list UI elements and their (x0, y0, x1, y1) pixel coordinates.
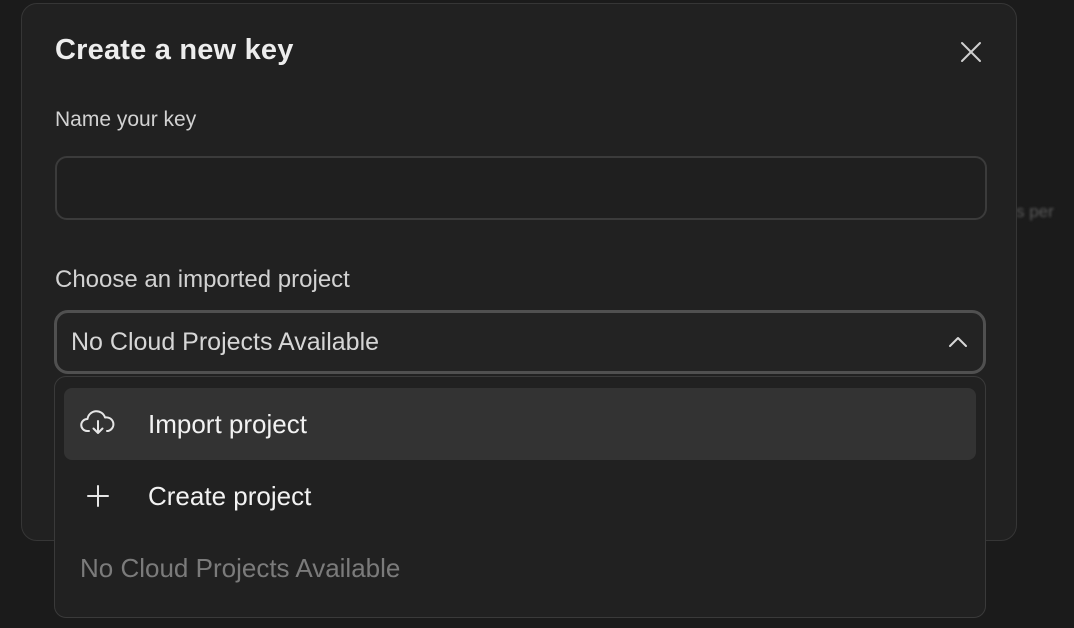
project-select[interactable]: No Cloud Projects Available (54, 310, 986, 374)
menu-item-create-project[interactable]: Create project (64, 460, 976, 532)
empty-projects-text: No Cloud Projects Available (80, 553, 401, 583)
key-name-input[interactable] (55, 156, 987, 220)
chevron-up-icon (949, 337, 967, 347)
close-button[interactable] (956, 37, 986, 67)
cloud-download-icon (80, 406, 116, 442)
menu-item-label: Import project (148, 408, 307, 439)
menu-item-label: Create project (148, 480, 312, 511)
plus-icon (80, 478, 116, 514)
name-field-label: Name your key (55, 108, 197, 131)
project-field-label: Choose an imported project (55, 266, 350, 293)
menu-item-import-project[interactable]: Import project (64, 388, 976, 460)
dialog-title: Create a new key (55, 34, 294, 66)
close-icon (961, 42, 981, 62)
project-dropdown-menu: Import project Create project No Cloud P… (54, 376, 986, 618)
backdrop-partial-text: s per (1016, 202, 1054, 221)
project-select-value: No Cloud Projects Available (71, 327, 380, 356)
